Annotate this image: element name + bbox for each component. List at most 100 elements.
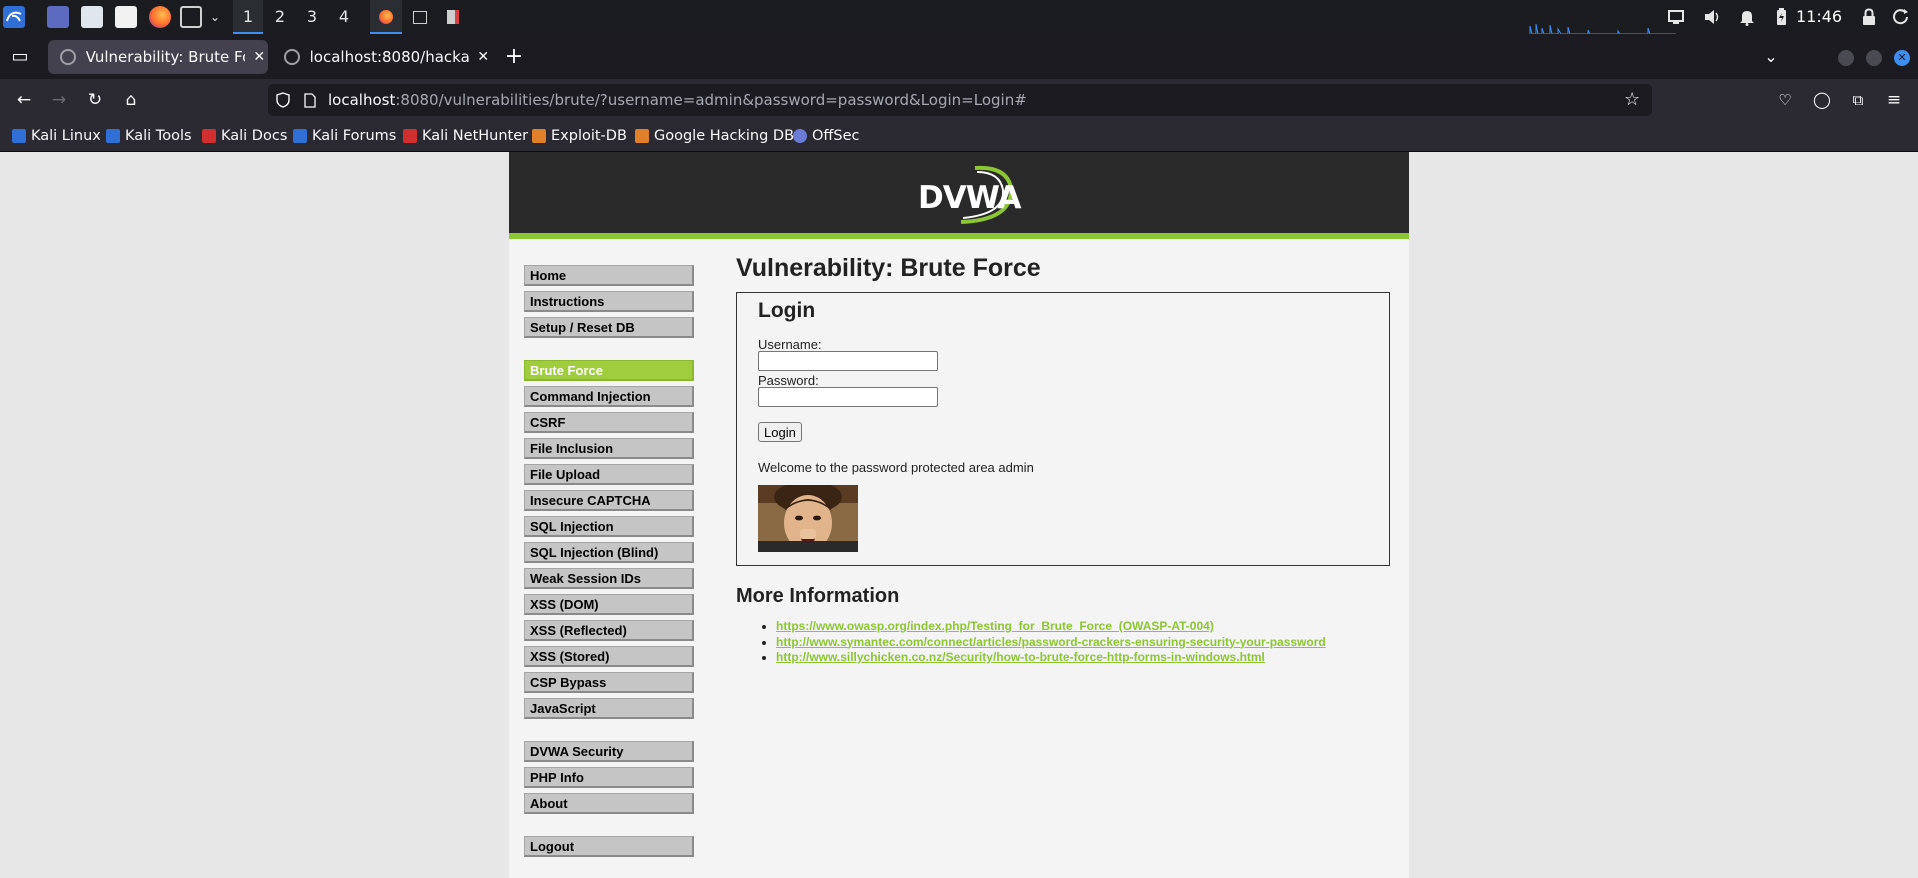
more-information-heading: More Information bbox=[736, 585, 900, 607]
bookmark-exploit-db[interactable]: Exploit-DB bbox=[532, 121, 627, 151]
launcher-dropdown-icon[interactable]: ⌄ bbox=[205, 0, 225, 34]
volume-icon[interactable] bbox=[1702, 7, 1722, 27]
menu-item-home[interactable]: Home bbox=[524, 265, 694, 286]
taskbar-terminal-icon[interactable] bbox=[405, 0, 435, 34]
extensions-icon[interactable]: ⧉ bbox=[1845, 87, 1871, 113]
menu-item-command-injection[interactable]: Command Injection bbox=[524, 386, 694, 407]
menu-item-about[interactable]: About bbox=[524, 793, 694, 814]
bookmark-kali-nethunter[interactable]: Kali NetHunter bbox=[403, 121, 528, 151]
username-input[interactable] bbox=[758, 351, 938, 371]
tab-close-icon[interactable]: ✕ bbox=[251, 49, 268, 65]
tab-vulnerability-brute-force[interactable]: Vulnerability: Brute Force ✕ bbox=[48, 40, 268, 74]
menu-item-xss-dom[interactable]: XSS (DOM) bbox=[524, 594, 694, 615]
lock-screen-icon[interactable] bbox=[1859, 7, 1879, 27]
bookmark-offsec[interactable]: OffSec bbox=[793, 121, 860, 151]
login-form-box: Login Username: Password: Login Welcome … bbox=[736, 292, 1390, 566]
menu-item-brute-force[interactable]: Brute Force bbox=[524, 360, 694, 381]
menu-item-csrf[interactable]: CSRF bbox=[524, 412, 694, 433]
workspace-2[interactable]: 2 bbox=[265, 0, 295, 34]
url-host: localhost bbox=[328, 91, 396, 109]
menu-item-javascript[interactable]: JavaScript bbox=[524, 698, 694, 719]
menu-item-file-upload[interactable]: File Upload bbox=[524, 464, 694, 485]
url-text[interactable]: localhost:8080/vulnerabilities/brute/?us… bbox=[328, 84, 1027, 116]
tab-hackable[interactable]: localhost:8080/hackable/ ✕ bbox=[272, 40, 492, 74]
menu-item-sql-injection[interactable]: SQL Injection bbox=[524, 516, 694, 537]
bookmark-kali-tools[interactable]: Kali Tools bbox=[106, 121, 192, 151]
menu-item-file-inclusion[interactable]: File Inclusion bbox=[524, 438, 694, 459]
firefox-launcher-icon[interactable] bbox=[149, 6, 171, 28]
pocket-icon[interactable]: ♡ bbox=[1772, 87, 1798, 113]
power-icon[interactable] bbox=[1891, 7, 1911, 27]
new-tab-icon[interactable]: + bbox=[503, 46, 525, 68]
kali-nethunter-icon bbox=[403, 129, 417, 143]
owasp-link[interactable]: https://www.owasp.org/index.php/Testing_… bbox=[776, 619, 1214, 633]
back-arrow-icon[interactable]: ← bbox=[11, 87, 37, 113]
menu-item-dvwa-security[interactable]: DVWA Security bbox=[524, 741, 694, 762]
notifications-icon[interactable] bbox=[1737, 7, 1757, 27]
tab-close-icon[interactable]: ✕ bbox=[475, 49, 492, 65]
taskbar-document-icon[interactable] bbox=[438, 0, 468, 34]
menu-item-php-info[interactable]: PHP Info bbox=[524, 767, 694, 788]
minimize-window-icon[interactable] bbox=[1838, 50, 1854, 66]
bookmark-kali-docs[interactable]: Kali Docs bbox=[202, 121, 287, 151]
reload-icon[interactable]: ↻ bbox=[82, 87, 108, 113]
more-information-links: https://www.owasp.org/index.php/Testing_… bbox=[776, 619, 1326, 666]
dvwa-header: DVWA bbox=[509, 152, 1409, 239]
list-item: http://www.symantec.com/connect/articles… bbox=[776, 635, 1326, 651]
bookmarks-toolbar: Kali Linux Kali Tools Kali Docs Kali For… bbox=[0, 121, 1918, 152]
page-info-icon[interactable] bbox=[304, 93, 316, 108]
bookmark-star-icon[interactable]: ☆ bbox=[1624, 89, 1640, 110]
workspace-4[interactable]: 4 bbox=[329, 0, 359, 34]
kali-tools-icon bbox=[106, 129, 120, 143]
file-manager-icon[interactable] bbox=[81, 6, 103, 28]
exploit-db-icon bbox=[532, 129, 546, 143]
terminal-launcher-icon[interactable] bbox=[180, 6, 202, 28]
tracking-protection-shield-icon[interactable] bbox=[276, 92, 290, 108]
sillychicken-link[interactable]: http://www.sillychicken.co.nz/Security/h… bbox=[776, 650, 1265, 664]
menu-item-weak-session-ids[interactable]: Weak Session IDs bbox=[524, 568, 694, 589]
url-path: :8080/vulnerabilities/brute/?username=ad… bbox=[395, 91, 1027, 109]
firefox-view-icon[interactable]: ▭ bbox=[9, 46, 31, 68]
symantec-link[interactable]: http://www.symantec.com/connect/articles… bbox=[776, 635, 1326, 649]
google-hacking-db-icon bbox=[635, 129, 649, 143]
workspace-1[interactable]: 1 bbox=[233, 0, 263, 34]
kali-menu-icon[interactable] bbox=[3, 6, 25, 28]
bookmark-kali-linux[interactable]: Kali Linux bbox=[12, 121, 101, 151]
password-input[interactable] bbox=[758, 387, 938, 407]
forward-arrow-icon[interactable]: → bbox=[46, 87, 72, 113]
account-icon[interactable]: ◯ bbox=[1809, 87, 1835, 113]
show-desktop-icon[interactable] bbox=[47, 6, 69, 28]
login-heading: Login bbox=[758, 299, 816, 322]
menu-item-setup-reset-db[interactable]: Setup / Reset DB bbox=[524, 317, 694, 338]
list-item: http://www.sillychicken.co.nz/Security/h… bbox=[776, 650, 1326, 666]
app-menu-icon[interactable]: ≡ bbox=[1881, 87, 1907, 113]
maximize-window-icon[interactable] bbox=[1866, 50, 1882, 66]
tab-favicon-icon bbox=[60, 49, 76, 65]
menu-item-xss-reflected[interactable]: XSS (Reflected) bbox=[524, 620, 694, 641]
menu-item-instructions[interactable]: Instructions bbox=[524, 291, 694, 312]
taskbar-firefox-icon[interactable] bbox=[370, 0, 402, 34]
close-window-icon[interactable]: ✕ bbox=[1894, 50, 1910, 66]
bookmark-google-hacking-db[interactable]: Google Hacking DB bbox=[635, 121, 794, 151]
system-panel: ⌄ 1 2 3 4 11:46 bbox=[0, 0, 1918, 34]
kali-linux-icon bbox=[12, 129, 26, 143]
bookmark-kali-forums[interactable]: Kali Forums bbox=[293, 121, 396, 151]
page-title: Vulnerability: Brute Force bbox=[736, 254, 1041, 282]
address-bar[interactable]: localhost:8080/vulnerabilities/brute/?us… bbox=[268, 84, 1652, 116]
menu-item-logout[interactable]: Logout bbox=[524, 836, 694, 857]
clock[interactable]: 11:46 bbox=[1796, 0, 1842, 34]
text-editor-icon[interactable] bbox=[115, 6, 137, 28]
list-item: https://www.owasp.org/index.php/Testing_… bbox=[776, 619, 1326, 635]
list-all-tabs-icon[interactable]: ⌄ bbox=[1760, 46, 1782, 68]
menu-item-insecure-captcha[interactable]: Insecure CAPTCHA bbox=[524, 490, 694, 511]
menu-item-csp-bypass[interactable]: CSP Bypass bbox=[524, 672, 694, 693]
display-icon[interactable] bbox=[1666, 7, 1686, 27]
battery-icon[interactable] bbox=[1771, 7, 1791, 27]
workspace-3[interactable]: 3 bbox=[297, 0, 327, 34]
home-icon[interactable]: ⌂ bbox=[118, 87, 144, 113]
login-button[interactable]: Login bbox=[758, 422, 802, 442]
dvwa-container: DVWA Home Instructions Setup / Reset DB … bbox=[509, 152, 1409, 878]
tab-title: Vulnerability: Brute Force bbox=[85, 48, 245, 66]
menu-item-xss-stored[interactable]: XSS (Stored) bbox=[524, 646, 694, 667]
menu-item-sql-injection-blind[interactable]: SQL Injection (Blind) bbox=[524, 542, 694, 563]
